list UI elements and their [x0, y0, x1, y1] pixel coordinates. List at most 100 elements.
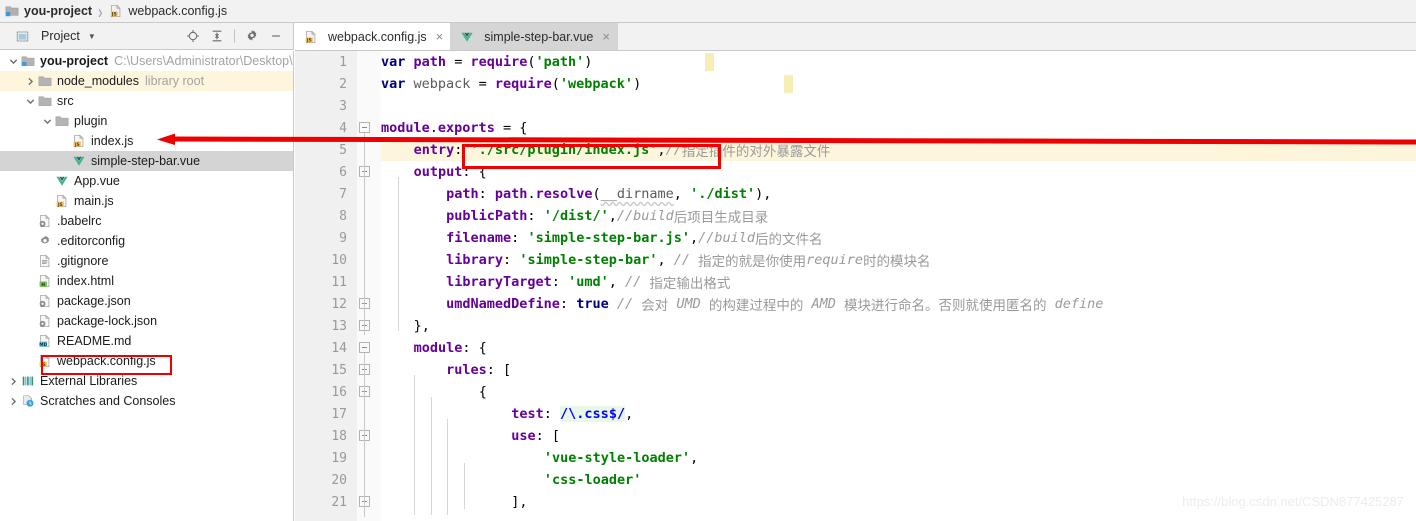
- code-line[interactable]: publicPath: '/dist/',//build 后项目生成目录: [381, 205, 768, 227]
- md-file-icon: MD: [37, 333, 53, 349]
- code-line[interactable]: },: [381, 315, 430, 337]
- tree-item-scratches-and-consoles[interactable]: Scratches and Consoles: [0, 391, 293, 411]
- svg-text:JS: JS: [40, 362, 46, 368]
- project-panel-title-group[interactable]: Project ▼: [0, 28, 182, 44]
- tree-item-label: package.json: [57, 294, 131, 308]
- svg-text:JS: JS: [306, 37, 312, 43]
- line-number: 4: [339, 120, 347, 136]
- chevron-right-icon[interactable]: [6, 391, 20, 411]
- tab-simple-step-bar-vue[interactable]: simple-step-bar.vue ×: [451, 23, 618, 50]
- close-icon[interactable]: ×: [436, 30, 444, 43]
- tree-item-index-js[interactable]: JS index.js: [0, 131, 293, 151]
- code-line[interactable]: 'css-loader': [381, 469, 642, 491]
- code-line[interactable]: library: 'simple-step-bar', // 指定的就是你使用 r…: [381, 249, 930, 271]
- tree-item-plugin[interactable]: plugin: [0, 111, 293, 131]
- fold-connector: [364, 353, 365, 517]
- tree-item-external-libraries[interactable]: External Libraries: [0, 371, 293, 391]
- code-content[interactable]: 1 var path = require('path') 2 var webpack …: [295, 51, 1416, 521]
- collapse-all-icon[interactable]: [206, 25, 228, 47]
- json-file-icon: [37, 313, 53, 329]
- chevron-down-icon[interactable]: [40, 111, 54, 131]
- chevron-right-icon[interactable]: [6, 371, 20, 391]
- project-tree: you-project C:\Users\Administrator\Deskto…: [0, 51, 294, 521]
- code-line[interactable]: rules: [: [381, 359, 511, 381]
- minimize-icon[interactable]: [265, 25, 287, 47]
- tree-item-app-vue[interactable]: App.vue: [0, 171, 293, 191]
- tree-item-gitignore[interactable]: .gitignore: [0, 251, 293, 271]
- tab-label: simple-step-bar.vue: [484, 29, 594, 44]
- module-folder-icon: [20, 53, 36, 69]
- js-file-icon: JS: [71, 133, 87, 149]
- fold-marker[interactable]: [359, 342, 370, 353]
- code-line[interactable]: 'vue-style-loader',: [381, 447, 698, 469]
- code-line[interactable]: {: [381, 381, 487, 403]
- tree-item-editorconfig[interactable]: .editorconfig: [0, 231, 293, 251]
- code-line[interactable]: use: [: [381, 425, 560, 447]
- code-line[interactable]: test: /\.css$/,: [381, 403, 633, 425]
- tree-item-node-modules[interactable]: node_modules library root: [0, 71, 293, 91]
- tree-arrow-placeholder: [23, 311, 37, 331]
- tree-item-simple-step-bar-vue[interactable]: simple-step-bar.vue: [0, 151, 293, 171]
- tree-item-you-project[interactable]: you-project C:\Users\Administrator\Deskto…: [0, 51, 293, 71]
- fold-marker[interactable]: [359, 122, 370, 133]
- line-number: 16: [331, 384, 347, 400]
- line-number: 7: [339, 186, 347, 202]
- tree-item-src[interactable]: src: [0, 91, 293, 111]
- chevron-down-icon[interactable]: [23, 91, 37, 111]
- line-number: 19: [331, 450, 347, 466]
- chevron-down-icon[interactable]: ▼: [88, 32, 96, 41]
- line-number: 9: [339, 230, 347, 246]
- svg-text:H: H: [41, 282, 45, 288]
- line-number: 11: [331, 274, 347, 290]
- code-line[interactable]: filename: 'simple-step-bar.js',//build 后的…: [381, 227, 822, 249]
- code-line[interactable]: module. exports = {: [381, 117, 527, 139]
- tree-arrow-placeholder: [57, 151, 71, 171]
- tree-item-label: node_modules: [57, 74, 140, 88]
- tree-item-label: .gitignore: [57, 254, 109, 268]
- breadcrumb-item-file[interactable]: JS webpack.config.js: [108, 0, 227, 23]
- tree-item-label: plugin: [74, 114, 108, 128]
- code-line[interactable]: entry: './src/plugin/index.js',//指定插件的对外…: [381, 139, 831, 161]
- code-line[interactable]: umdNamedDefine: true // 会对 UMD 的构建过程中的 A…: [381, 293, 1103, 315]
- code-line[interactable]: module: {: [381, 337, 487, 359]
- line-number: 20: [331, 472, 347, 488]
- code-editor[interactable]: 1 var path = require('path') 2 var webpack …: [295, 51, 1416, 521]
- chevron-right-icon[interactable]: [23, 71, 37, 91]
- svg-text:JS: JS: [74, 142, 80, 148]
- line-number: 2: [339, 76, 347, 92]
- folder-icon: [54, 113, 70, 129]
- code-line[interactable]: var webpack = require('webpack'): [381, 73, 641, 95]
- tab-webpack-config-js[interactable]: JS webpack.config.js ×: [295, 23, 452, 50]
- tree-item-babelrc[interactable]: .babelrc: [0, 211, 293, 231]
- code-line[interactable]: ],: [381, 491, 527, 513]
- breadcrumb-item-project[interactable]: you-project: [4, 0, 92, 23]
- tree-item-index-html[interactable]: Hindex.html: [0, 271, 293, 291]
- tree-item-package-lock-json[interactable]: package-lock.json: [0, 311, 293, 331]
- tree-item-readme-md[interactable]: MD README.md: [0, 331, 293, 351]
- code-line[interactable]: output: {: [381, 161, 487, 183]
- svg-text:MD: MD: [39, 342, 47, 348]
- close-icon[interactable]: ×: [602, 30, 610, 43]
- tree-arrow-placeholder: [23, 351, 37, 371]
- line-number: 8: [339, 208, 347, 224]
- breadcrumb-project-label: you-project: [24, 4, 93, 18]
- tree-item-webpack-config-js[interactable]: JS webpack.config.js: [0, 351, 293, 371]
- breadcrumb-file-label: webpack.config.js: [128, 4, 228, 18]
- project-panel-header: Project ▼: [0, 23, 294, 50]
- code-line[interactable]: libraryTarget: 'umd', // 指定输出格式: [381, 271, 730, 293]
- tree-item-package-json[interactable]: package.json: [0, 291, 293, 311]
- vue-file-icon: [54, 173, 70, 189]
- text-file-icon: [37, 253, 53, 269]
- code-line[interactable]: path: path. resolve(__dirname, './dist'),: [381, 183, 771, 205]
- js-file-icon: JS: [303, 29, 319, 45]
- tree-item-label: .babelrc: [57, 214, 102, 228]
- js-file-icon: JS: [37, 353, 53, 369]
- code-line[interactable]: var path = require('path'): [381, 51, 592, 73]
- gear-icon[interactable]: [241, 25, 263, 47]
- tree-item-label: .editorconfig: [57, 234, 126, 248]
- tree-arrow-placeholder: [23, 271, 37, 291]
- tree-item-main-js[interactable]: JS main.js: [0, 191, 293, 211]
- chevron-down-icon[interactable]: [6, 51, 20, 71]
- breadcrumb: you-project › JS webpack.config.js: [0, 0, 1416, 23]
- locate-icon[interactable]: [182, 25, 204, 47]
